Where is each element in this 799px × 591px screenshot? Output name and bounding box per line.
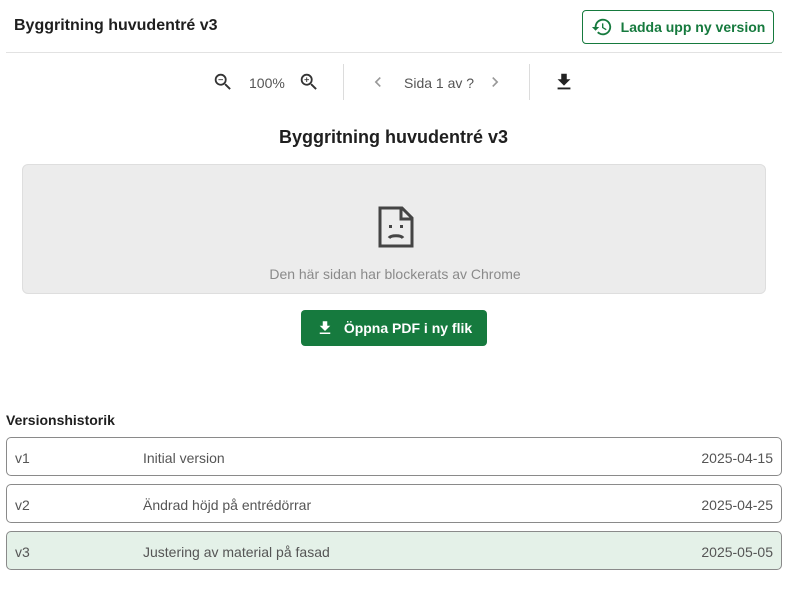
version-id: v2: [15, 497, 30, 513]
version-row-active[interactable]: v3 Justering av material på fasad 2025-0…: [6, 531, 782, 570]
blocked-message: Den här sidan har blockerats av Chrome: [269, 266, 521, 282]
version-date: 2025-04-25: [701, 497, 773, 513]
download-icon: [319, 321, 331, 334]
download-icon[interactable]: [552, 70, 576, 94]
toolbar-separator: [529, 64, 530, 100]
upload-new-version-button[interactable]: Ladda upp ny version: [582, 10, 774, 44]
header-divider: [6, 52, 782, 53]
document-title: Byggritning huvudentré v3: [278, 127, 509, 147]
zoom-in-icon[interactable]: [297, 70, 321, 94]
version-description: Initial version: [143, 450, 225, 466]
chevron-right-icon[interactable]: [483, 70, 507, 94]
version-id: v3: [15, 544, 30, 560]
chevron-left-icon[interactable]: [366, 70, 390, 94]
upload-button-label: Ladda upp ny version: [620, 19, 766, 35]
version-row[interactable]: v2 Ändrad höjd på entrédörrar 2025-04-25: [6, 484, 782, 523]
zoom-level: 100%: [249, 75, 285, 91]
header: Byggritning huvudentré v3 Ladda upp ny v…: [0, 0, 799, 53]
version-id: v1: [15, 450, 30, 466]
version-description: Ändrad höjd på entrédörrar: [143, 497, 312, 513]
zoom-out-icon[interactable]: [211, 70, 235, 94]
version-date: 2025-04-15: [701, 450, 773, 466]
page-indicator: Sida 1 av ?: [404, 75, 475, 91]
open-pdf-label: Öppna PDF i ny flik: [343, 320, 473, 336]
version-history-heading: Versionshistorik: [6, 412, 115, 428]
toolbar-separator: [343, 64, 344, 100]
sad-file-icon: [378, 206, 414, 248]
pdf-viewer-blocked: Den här sidan har blockerats av Chrome: [22, 164, 766, 294]
version-description: Justering av material på fasad: [143, 544, 330, 560]
history-icon: [591, 18, 611, 36]
version-date: 2025-05-05: [701, 544, 773, 560]
open-pdf-button[interactable]: Öppna PDF i ny flik: [301, 310, 487, 346]
version-row[interactable]: v1 Initial version 2025-04-15: [6, 437, 782, 476]
pdf-toolbar: 100% Sida 1 av ?: [0, 62, 799, 102]
page-title: Byggritning huvudentré v3: [14, 17, 218, 34]
